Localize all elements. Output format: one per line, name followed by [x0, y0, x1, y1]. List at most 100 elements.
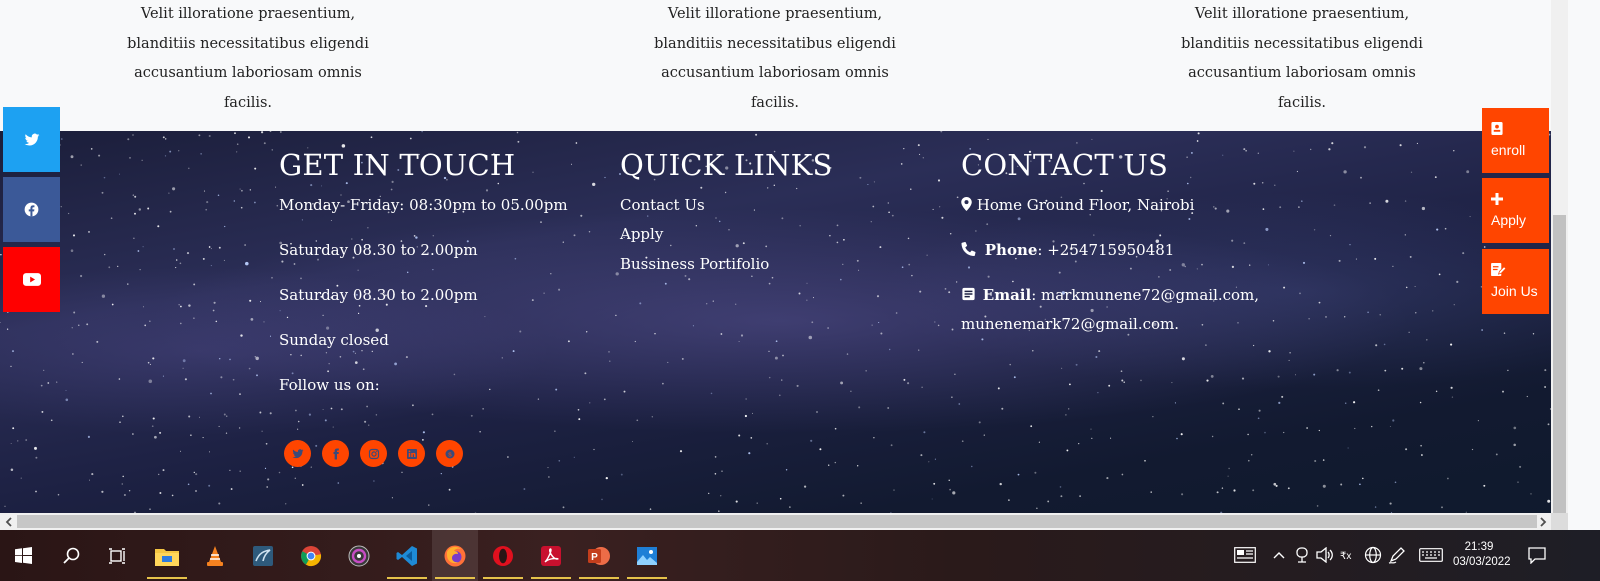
chrome-icon [301, 545, 322, 566]
facebook-link[interactable] [322, 440, 349, 467]
running-indicator [531, 577, 571, 579]
link-apply[interactable]: Apply [620, 224, 663, 244]
email-value-1: : markmunene72@gmail.com, [1031, 286, 1260, 304]
skype-icon [445, 449, 454, 458]
facebook-icon [333, 448, 339, 459]
address-line: Home Ground Floor, Nairobi [961, 195, 1194, 215]
search-button[interactable] [48, 530, 94, 581]
search-icon [62, 547, 79, 564]
vertical-scrollbar-thumb[interactable] [1553, 215, 1566, 513]
contact-us-column: CONTACT US Home Ground Floor, Nairobi Ph… [961, 146, 1291, 366]
hours-weekday: Monday- Friday: 08:30pm to 05.00pm [279, 196, 568, 214]
taskbar-app-powerpoint[interactable]: P [576, 530, 622, 581]
taskbar-app-chrome[interactable] [288, 530, 334, 581]
taskbar-app-firefox[interactable] [432, 530, 478, 581]
scroll-left-arrow[interactable] [0, 513, 17, 530]
running-indicator [147, 577, 187, 579]
quick-links-column: QUICK LINKS Contact Us Apply Bussiness P… [620, 146, 920, 346]
vscode-icon [396, 545, 417, 566]
mysql-workbench-icon [253, 545, 273, 566]
twitter-icon [292, 448, 303, 458]
vertical-scrollbar[interactable] [1551, 0, 1568, 513]
get-in-touch-heading: GET IN TOUCH [279, 148, 516, 182]
running-indicator [627, 577, 667, 579]
apply-label: Apply [1491, 212, 1527, 228]
side-facebook-button[interactable] [3, 177, 60, 242]
touch-keyboard-icon[interactable] [1418, 546, 1444, 564]
scroll-right-arrow[interactable] [1534, 513, 1551, 530]
follow-us-label: Follow us on: [279, 376, 380, 394]
system-clock[interactable]: 21:39 03/03/2022 [1453, 540, 1511, 570]
chevron-right-icon [1539, 516, 1546, 527]
clock-time: 21:39 [1464, 541, 1494, 553]
taskbar-app-opera[interactable] [480, 530, 526, 581]
enroll-label: enroll [1491, 142, 1526, 158]
task-view-button[interactable] [94, 530, 140, 581]
feature-text-2: Velit illoratione praesentium, blanditii… [654, 6, 896, 111]
instagram-link[interactable] [360, 440, 387, 467]
plus-icon [1491, 192, 1503, 208]
taskbar-app-mysql-workbench[interactable] [240, 530, 286, 581]
envelope-icon [962, 287, 975, 301]
show-hidden-icons[interactable] [1270, 546, 1288, 564]
notifications-icon[interactable] [1527, 546, 1547, 564]
pen-workspace-icon[interactable] [1388, 546, 1406, 564]
apply-button[interactable]: Apply [1482, 178, 1549, 243]
start-button[interactable] [0, 530, 46, 581]
chevron-up-icon [1273, 552, 1285, 559]
join-us-button[interactable]: Join Us [1482, 249, 1549, 314]
volume-icon[interactable] [1316, 546, 1334, 564]
join-us-label: Join Us [1491, 283, 1538, 299]
linkedin-icon [406, 448, 417, 459]
clock-date: 03/03/2022 [1453, 556, 1511, 568]
windows-logo-icon [14, 547, 32, 564]
twitter-link[interactable] [284, 440, 311, 467]
features-section: Velit illoratione praesentium, blanditii… [0, 0, 1568, 131]
chevron-left-icon [5, 516, 12, 527]
news-widget-icon[interactable] [1233, 546, 1257, 564]
taskbar-app-vscode[interactable] [384, 530, 430, 581]
taskbar: P ₹x 21:39 03/03/2022 [0, 530, 1600, 581]
taskbar-app-photos[interactable] [624, 530, 670, 581]
footer: GET IN TOUCH Monday- Friday: 08:30pm to … [0, 131, 1568, 524]
email-value-2: munenemark72@gmail.com. [961, 315, 1180, 333]
taskbar-app-obs[interactable] [336, 530, 382, 581]
link-contact-us[interactable]: Contact Us [620, 195, 705, 215]
taskbar-app-file-explorer[interactable] [144, 530, 190, 581]
running-indicator [579, 577, 619, 579]
phone-label: Phone [984, 241, 1038, 259]
twitter-icon [24, 133, 39, 146]
facebook-icon [24, 202, 39, 217]
youtube-icon [22, 273, 41, 286]
side-twitter-button[interactable] [3, 107, 60, 172]
id-card-icon [1491, 122, 1503, 138]
svg-text:₹x: ₹x [1340, 551, 1351, 562]
phone-line: Phone: +254715950481 [961, 240, 1174, 260]
input-method-icon[interactable]: ₹x [1340, 546, 1358, 564]
feature-text-1: Velit illoratione praesentium, blanditii… [127, 6, 369, 111]
firefox-icon [444, 545, 466, 566]
running-indicator [483, 577, 523, 579]
meet-now-icon[interactable] [1293, 546, 1311, 564]
feature-text-3: Velit illoratione praesentium, blanditii… [1181, 6, 1423, 111]
phone-icon [961, 241, 976, 256]
linkedin-link[interactable] [398, 440, 425, 467]
side-youtube-button[interactable] [3, 247, 60, 312]
taskbar-app-vlc[interactable] [192, 530, 238, 581]
contact-us-heading: CONTACT US [961, 148, 1169, 182]
horizontal-scrollbar[interactable] [0, 513, 1568, 530]
email-line: Email: markmunene72@gmail.com, [961, 285, 1259, 305]
photos-icon [637, 546, 657, 565]
email-label: Email [982, 286, 1032, 304]
hours-saturday-2: Saturday 08.30 to 2.00pm [279, 286, 478, 304]
task-view-icon [109, 547, 125, 564]
address-text: Home Ground Floor, Nairobi [976, 196, 1195, 214]
network-globe-icon[interactable] [1364, 546, 1382, 564]
horizontal-scrollbar-thumb[interactable] [17, 515, 1537, 528]
taskbar-app-acrobat[interactable] [528, 530, 574, 581]
map-marker-icon [961, 197, 972, 211]
skype-link[interactable] [436, 440, 463, 467]
vlc-icon [207, 545, 223, 566]
link-business-portfolio[interactable]: Bussiness Portifolio [620, 254, 769, 274]
enroll-button[interactable]: enroll [1482, 108, 1549, 173]
